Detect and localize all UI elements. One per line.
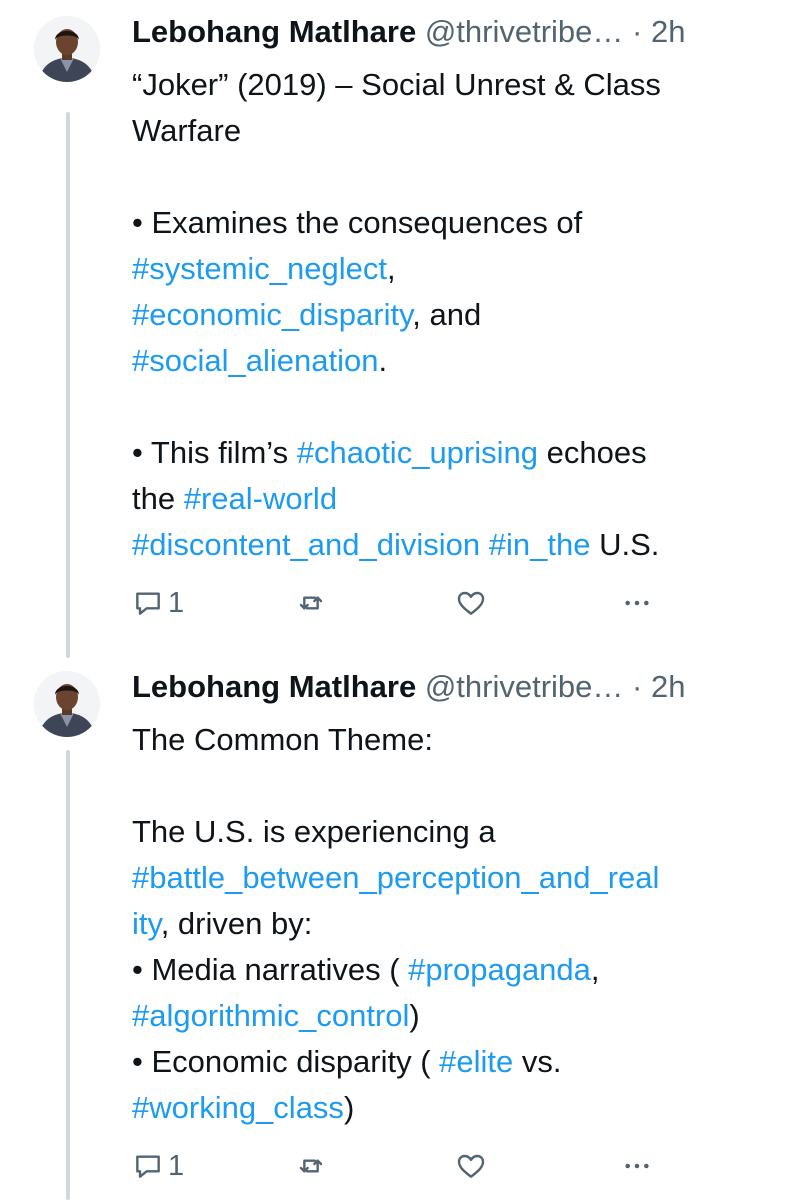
hashtag-link[interactable]: #battle_between_perception_and_real: [132, 860, 659, 895]
text-line: the #real-world: [132, 476, 782, 522]
more-button[interactable]: [621, 1146, 653, 1186]
text-segment: • This film’s: [132, 435, 297, 470]
text-line: • Examines the consequences of: [132, 200, 782, 246]
like-button[interactable]: [455, 1146, 487, 1186]
text-line: The U.S. is experiencing a: [132, 809, 782, 855]
text-segment: • Media narratives (: [132, 952, 409, 987]
text-segment: U.S.: [590, 527, 660, 562]
text-segment: • Examines the consequences of: [132, 205, 583, 240]
text-segment: echoes: [538, 435, 647, 470]
author-handle[interactable]: @thrivetribe…: [425, 14, 624, 49]
tweet-text: The Common Theme: The U.S. is experiencin…: [132, 717, 782, 1131]
text-line: #algorithmic_control): [132, 993, 782, 1039]
hashtag-link[interactable]: #chaotic_uprising: [297, 435, 538, 470]
tweet-text: “Joker” (2019) – Social Unrest & Class Wa…: [132, 62, 782, 568]
tweet-header: Lebohang Matlhare @thrivetribe… · 2h: [132, 10, 782, 54]
comment-icon: [132, 587, 164, 619]
text-segment: [480, 527, 489, 562]
text-segment: .: [378, 343, 388, 378]
tweet-actions: 1: [132, 583, 772, 623]
more-button[interactable]: [621, 583, 653, 623]
hashtag-link[interactable]: #in_the: [489, 527, 591, 562]
retweet-button[interactable]: [295, 583, 327, 623]
text-line: #working_class): [132, 1085, 782, 1131]
text-line: [132, 154, 782, 200]
hashtag-link[interactable]: #propaganda: [408, 952, 591, 987]
separator-dot: ·: [632, 669, 643, 704]
avatar[interactable]: [34, 671, 100, 737]
avatar[interactable]: [34, 16, 100, 82]
more-icon: [621, 587, 653, 619]
text-line: • Economic disparity ( #elite vs.: [132, 1039, 782, 1085]
separator-dot: ·: [632, 14, 643, 49]
tweet[interactable]: Lebohang Matlhare @thrivetribe… · 2h The…: [0, 665, 803, 1200]
text-segment: , and: [412, 297, 482, 332]
reply-count: 1: [168, 1149, 185, 1182]
text-line: [132, 763, 782, 809]
comment-icon: [132, 1150, 164, 1182]
text-segment: the: [132, 481, 184, 516]
text-line: #social_alienation.: [132, 338, 782, 384]
tweet-header: Lebohang Matlhare @thrivetribe… · 2h: [132, 665, 782, 709]
retweet-button[interactable]: [295, 1146, 327, 1186]
text-segment: vs.: [513, 1044, 562, 1079]
hashtag-link[interactable]: #social_alienation: [132, 343, 378, 378]
author-name[interactable]: Lebohang Matlhare: [132, 14, 416, 49]
hashtag-link[interactable]: #systemic_neglect: [132, 251, 387, 286]
hashtag-link[interactable]: #discontent_and_division: [132, 527, 480, 562]
text-segment: The U.S. is experiencing a: [132, 814, 496, 849]
like-button[interactable]: [455, 583, 487, 623]
retweet-icon: [295, 1150, 327, 1182]
more-icon: [621, 1150, 653, 1182]
text-segment: “Joker” (2019) – Social Unrest & Class: [132, 67, 661, 102]
hashtag-link[interactable]: #economic_disparity: [132, 297, 412, 332]
text-segment: ,: [590, 952, 600, 987]
text-line: ity, driven by:: [132, 901, 782, 947]
timestamp[interactable]: 2h: [651, 14, 685, 49]
author-handle[interactable]: @thrivetribe…: [425, 669, 624, 704]
heart-icon: [455, 1150, 487, 1182]
text-segment: ,: [387, 251, 396, 286]
reply-count: 1: [168, 586, 185, 619]
text-line: The Common Theme:: [132, 717, 782, 763]
author-name[interactable]: Lebohang Matlhare: [132, 669, 416, 704]
text-line: • This film’s #chaotic_uprising echoes: [132, 430, 782, 476]
text-segment: The Common Theme:: [132, 722, 433, 757]
text-line: #economic_disparity, and: [132, 292, 782, 338]
heart-icon: [455, 587, 487, 619]
text-line: [132, 384, 782, 430]
tweet[interactable]: Lebohang Matlhare @thrivetribe… · 2h “Jo…: [0, 10, 803, 630]
text-line: Warfare: [132, 108, 782, 154]
text-line: • Media narratives ( #propaganda,: [132, 947, 782, 993]
tweet-actions: 1: [132, 1146, 772, 1186]
hashtag-link[interactable]: #algorithmic_control: [132, 998, 409, 1033]
hashtag-link[interactable]: ity: [132, 906, 161, 941]
text-line: #systemic_neglect,: [132, 246, 782, 292]
reply-button[interactable]: 1: [132, 583, 184, 623]
text-segment: Warfare: [132, 113, 242, 148]
timestamp[interactable]: 2h: [651, 669, 685, 704]
hashtag-link[interactable]: #working_class: [132, 1090, 344, 1125]
hashtag-link[interactable]: #elite: [439, 1044, 513, 1079]
hashtag-link[interactable]: #real-world: [184, 481, 337, 516]
text-segment: , driven by:: [160, 906, 313, 941]
text-segment: • Economic disparity (: [132, 1044, 440, 1079]
reply-button[interactable]: 1: [132, 1146, 184, 1186]
text-segment: ): [409, 998, 420, 1033]
retweet-icon: [295, 587, 327, 619]
text-line: #discontent_and_division #in_the U.S.: [132, 522, 782, 568]
text-line: #battle_between_perception_and_real: [132, 855, 782, 901]
text-segment: ): [343, 1090, 355, 1125]
text-line: “Joker” (2019) – Social Unrest & Class: [132, 62, 782, 108]
